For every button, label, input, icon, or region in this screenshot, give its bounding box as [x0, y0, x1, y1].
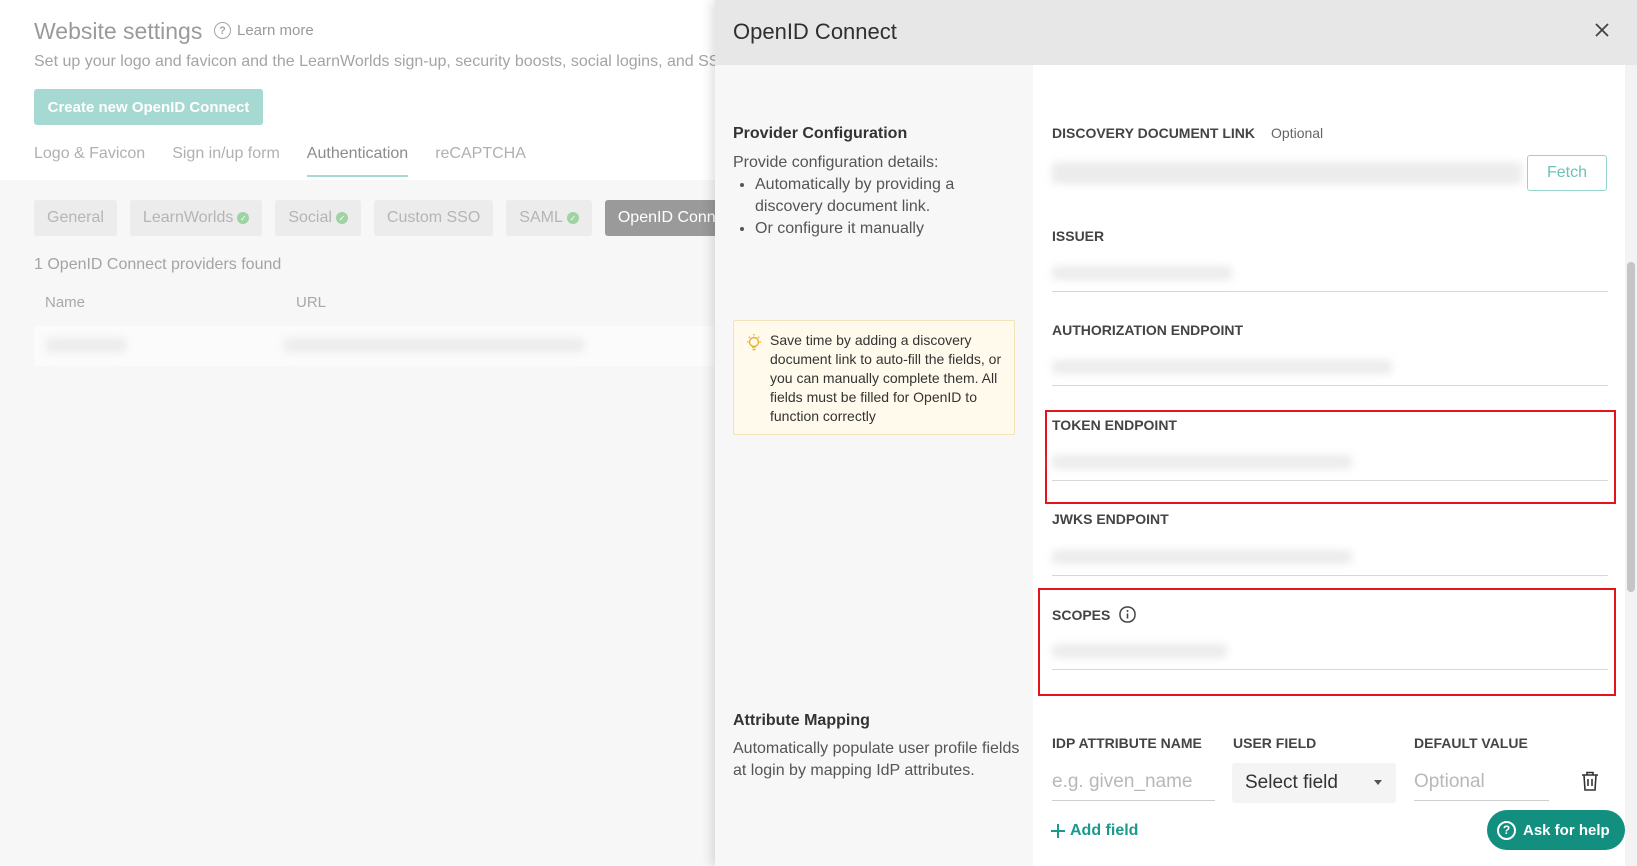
issuer-input[interactable]	[1052, 254, 1608, 292]
add-field-button[interactable]: Add field	[1050, 822, 1138, 840]
column-url: URL	[296, 294, 327, 311]
redacted-value	[1052, 360, 1392, 374]
provider-config-desc: Provide configuration details: Automatic…	[733, 152, 1023, 240]
learn-more-link[interactable]: ? Learn more	[214, 22, 314, 39]
pill-social[interactable]: Social ✓	[275, 200, 361, 236]
tab-authentication[interactable]: Authentication	[306, 145, 409, 177]
redacted-value	[1052, 550, 1352, 564]
idp-attribute-input[interactable]: e.g. given_name	[1052, 763, 1215, 801]
fetch-button[interactable]: Fetch	[1527, 155, 1607, 191]
ask-for-help-button[interactable]: ? Ask for help	[1487, 810, 1625, 850]
pill-custom-sso[interactable]: Custom SSO	[373, 200, 494, 236]
column-name: Name	[45, 294, 86, 311]
user-field-select[interactable]: Select field	[1232, 763, 1396, 803]
user-field-select-value: Select field	[1245, 772, 1338, 793]
discovery-link-label: DISCOVERY DOCUMENT LINK Optional	[1052, 125, 1323, 141]
check-circle-icon: ✓	[237, 212, 250, 224]
default-value-input[interactable]: Optional	[1414, 763, 1549, 801]
scrollbar-thumb[interactable]	[1627, 262, 1635, 592]
pill-label: SAML	[519, 209, 563, 226]
check-circle-icon: ✓	[566, 212, 579, 224]
close-icon	[1595, 23, 1609, 37]
provider-config-bullet: Automatically by providing a discovery d…	[755, 174, 1023, 218]
provider-config-title: Provider Configuration	[733, 125, 908, 142]
help-circle-icon: ?	[214, 22, 231, 39]
chevron-down-icon	[1374, 780, 1382, 785]
page-subtitle: Set up your logo and favicon and the Lea…	[34, 53, 737, 70]
jwks-endpoint-input[interactable]	[1052, 538, 1608, 576]
redacted-value	[1052, 162, 1522, 184]
discovery-link-label-text: DISCOVERY DOCUMENT LINK	[1052, 125, 1256, 141]
attribute-mapping-title: Attribute Mapping	[733, 712, 870, 729]
redacted-value	[1052, 644, 1227, 658]
create-openid-button[interactable]: Create new OpenID Connect	[34, 89, 263, 125]
learn-more-label: Learn more	[237, 22, 314, 39]
plus-icon	[1051, 824, 1065, 838]
tab-logo-favicon[interactable]: Logo & Favicon	[34, 145, 145, 177]
drawer-scrollbar[interactable]	[1625, 65, 1637, 866]
table-row[interactable]	[34, 326, 714, 366]
settings-tabs: Logo & Favicon Sign in/up form Authentic…	[34, 145, 526, 177]
pill-label: Social	[288, 209, 332, 226]
scopes-label: SCOPES	[1052, 606, 1137, 623]
tab-sign-in-up-form[interactable]: Sign in/up form	[172, 145, 280, 177]
token-endpoint-input[interactable]	[1052, 443, 1608, 481]
idp-attribute-column-label: IDP ATTRIBUTE NAME	[1052, 735, 1202, 751]
attribute-mapping-desc: Automatically populate user profile fiel…	[733, 740, 1020, 779]
provider-config-intro: Provide configuration details:	[733, 154, 939, 171]
user-field-column-label: USER FIELD	[1233, 735, 1317, 751]
redacted-name	[46, 338, 126, 352]
trash-icon[interactable]	[1580, 770, 1600, 792]
redacted-value	[1052, 455, 1352, 469]
pill-label: LearnWorlds	[142, 209, 234, 226]
tab-recaptcha[interactable]: reCAPTCHA	[435, 145, 526, 177]
check-circle-icon: ✓	[335, 212, 348, 224]
drawer-title: OpenID Connect	[733, 19, 897, 44]
auth-method-pills: General LearnWorlds ✓ Social ✓ Custom SSO …	[34, 200, 738, 236]
drawer-left-column: Provider Configuration Provide configura…	[715, 65, 1033, 866]
lightbulb-icon	[747, 334, 761, 351]
jwks-endpoint-label: JWKS ENDPOINT	[1052, 511, 1169, 527]
pill-label: OpenID Conne	[617, 209, 725, 226]
add-field-label: Add field	[1070, 822, 1139, 839]
pill-saml[interactable]: SAML ✓	[506, 200, 592, 236]
pill-learnworlds[interactable]: LearnWorlds ✓	[129, 200, 263, 236]
drawer-header: OpenID Connect	[715, 0, 1637, 65]
issuer-label: ISSUER	[1052, 228, 1105, 244]
pill-general[interactable]: General	[34, 200, 117, 236]
pill-label: General	[47, 209, 104, 226]
pill-label: Custom SSO	[386, 209, 481, 226]
provider-config-bullet: Or configure it manually	[755, 218, 1023, 240]
token-endpoint-label: TOKEN ENDPOINT	[1052, 417, 1177, 433]
scopes-label-text: SCOPES	[1052, 606, 1111, 623]
tip-text: Save time by adding a discovery document…	[770, 332, 1002, 424]
ask-for-help-label: Ask for help	[1523, 821, 1610, 839]
authorization-endpoint-label: AUTHORIZATION ENDPOINT	[1052, 322, 1244, 338]
info-icon[interactable]	[1119, 606, 1137, 623]
default-value-column-label: DEFAULT VALUE	[1414, 735, 1528, 751]
providers-found-text: 1 OpenID Connect providers found	[34, 256, 282, 273]
close-button[interactable]	[1588, 16, 1616, 44]
discovery-link-input[interactable]	[1052, 154, 1522, 192]
scopes-input[interactable]	[1052, 632, 1608, 670]
redacted-value	[1052, 266, 1232, 280]
page-title: Website settings	[34, 18, 203, 44]
tip-box: Save time by adding a discovery document…	[733, 320, 1015, 435]
redacted-url	[284, 338, 584, 352]
authorization-endpoint-input[interactable]	[1052, 348, 1608, 386]
help-circle-icon: ?	[1497, 820, 1516, 840]
optional-hint: Optional	[1271, 125, 1324, 141]
